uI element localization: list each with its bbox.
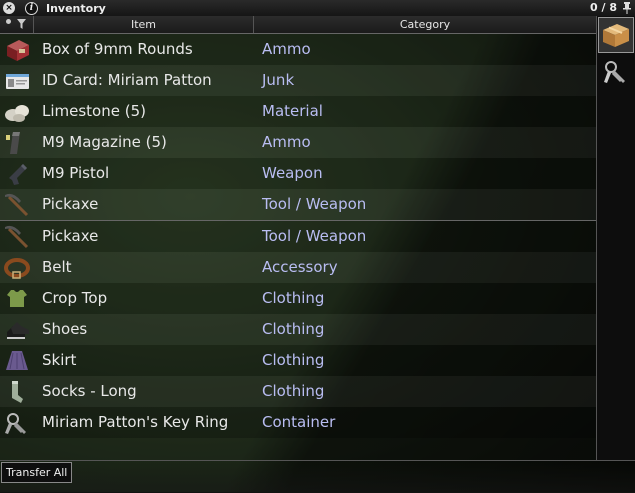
- info-button[interactable]: i: [25, 1, 38, 15]
- pickaxe-icon: [5, 193, 29, 217]
- item-name: Pickaxe: [42, 195, 99, 213]
- item-category: Junk: [262, 71, 295, 89]
- list-item[interactable]: Pickaxe Tool / Weapon: [0, 220, 596, 252]
- item-name: Crop Top: [42, 289, 108, 307]
- item-name: Pickaxe: [42, 227, 99, 245]
- item-category: Tool / Weapon: [262, 227, 367, 245]
- crate-icon: [603, 24, 629, 47]
- list-item[interactable]: Belt Accessory: [0, 252, 596, 283]
- item-name: Belt: [42, 258, 72, 276]
- item-list: Box of 9mm Rounds Ammo ID Card: Miriam P…: [0, 34, 596, 438]
- item-category: Ammo: [262, 133, 311, 151]
- list-item[interactable]: M9 Magazine (5) Ammo: [0, 127, 596, 158]
- container-tab-box[interactable]: [598, 17, 634, 53]
- item-name: M9 Pistol: [42, 164, 110, 182]
- item-category: Material: [262, 102, 323, 120]
- list-item[interactable]: Limestone (5) Material: [0, 96, 596, 127]
- pickaxe-icon: [5, 225, 29, 249]
- window-titlebar: × i Inventory 0 / 8: [0, 0, 635, 17]
- shoes-icon: [7, 322, 29, 339]
- column-header-item[interactable]: Item: [34, 16, 254, 33]
- list-item[interactable]: Box of 9mm Rounds Ammo: [0, 34, 596, 65]
- pistol-icon: [9, 164, 27, 185]
- filter-icon: [17, 19, 26, 29]
- column-header-category[interactable]: Category: [254, 16, 596, 33]
- item-category: Clothing: [262, 382, 325, 400]
- item-name: Socks - Long: [42, 382, 137, 400]
- window-title: Inventory: [46, 1, 106, 15]
- keys-icon: [604, 61, 625, 83]
- container-tab-keyring[interactable]: [598, 55, 634, 91]
- list-item[interactable]: Miriam Patton's Key Ring Container: [0, 407, 596, 438]
- close-button[interactable]: ×: [3, 2, 15, 14]
- item-name: Limestone (5): [42, 102, 146, 120]
- pin-icon[interactable]: [622, 2, 632, 14]
- item-category: Ammo: [262, 40, 311, 58]
- id-card-icon: [6, 74, 29, 89]
- item-category: Weapon: [262, 164, 323, 182]
- ammo-box-icon: [7, 40, 29, 61]
- transfer-all-button[interactable]: Transfer All: [1, 462, 73, 483]
- item-category: Accessory: [262, 258, 338, 276]
- list-item[interactable]: M9 Pistol Weapon: [0, 158, 596, 189]
- list-item[interactable]: Skirt Clothing: [0, 345, 596, 376]
- item-category: Clothing: [262, 289, 325, 307]
- inventory-panel: Item Category Box of 9mm Rounds Ammo ID …: [0, 16, 596, 460]
- list-item[interactable]: ID Card: Miriam Patton Junk: [0, 65, 596, 96]
- item-name: Skirt: [42, 351, 77, 369]
- list-item[interactable]: Shoes Clothing: [0, 314, 596, 345]
- item-category: Clothing: [262, 351, 325, 369]
- item-category: Tool / Weapon: [262, 195, 367, 213]
- crop-top-icon: [7, 290, 27, 307]
- item-name: Shoes: [42, 320, 88, 338]
- limestone-icon: [5, 105, 29, 122]
- list-item[interactable]: Pickaxe Tool / Weapon: [0, 189, 596, 220]
- list-item[interactable]: Crop Top Clothing: [0, 283, 596, 314]
- sort-filter-button[interactable]: [0, 16, 34, 33]
- item-category: Container: [262, 413, 336, 431]
- container-count: 0 / 8: [590, 1, 617, 14]
- column-header: Item Category: [0, 16, 596, 34]
- magazine-icon: [6, 132, 20, 154]
- list-item[interactable]: Socks - Long Clothing: [0, 376, 596, 407]
- skirt-icon: [6, 351, 28, 370]
- item-name: Miriam Patton's Key Ring: [42, 413, 229, 431]
- sort-dot-icon: [6, 19, 11, 24]
- socks-icon: [12, 381, 23, 403]
- item-category: Clothing: [262, 320, 325, 338]
- bottom-bar: Transfer All: [0, 460, 635, 493]
- belt-icon: [4, 258, 30, 279]
- container-sidebar: [596, 16, 635, 460]
- item-name: Box of 9mm Rounds: [42, 40, 193, 58]
- item-name: ID Card: Miriam Patton: [42, 71, 212, 89]
- item-name: M9 Magazine (5): [42, 133, 167, 151]
- key-ring-icon: [5, 413, 26, 434]
